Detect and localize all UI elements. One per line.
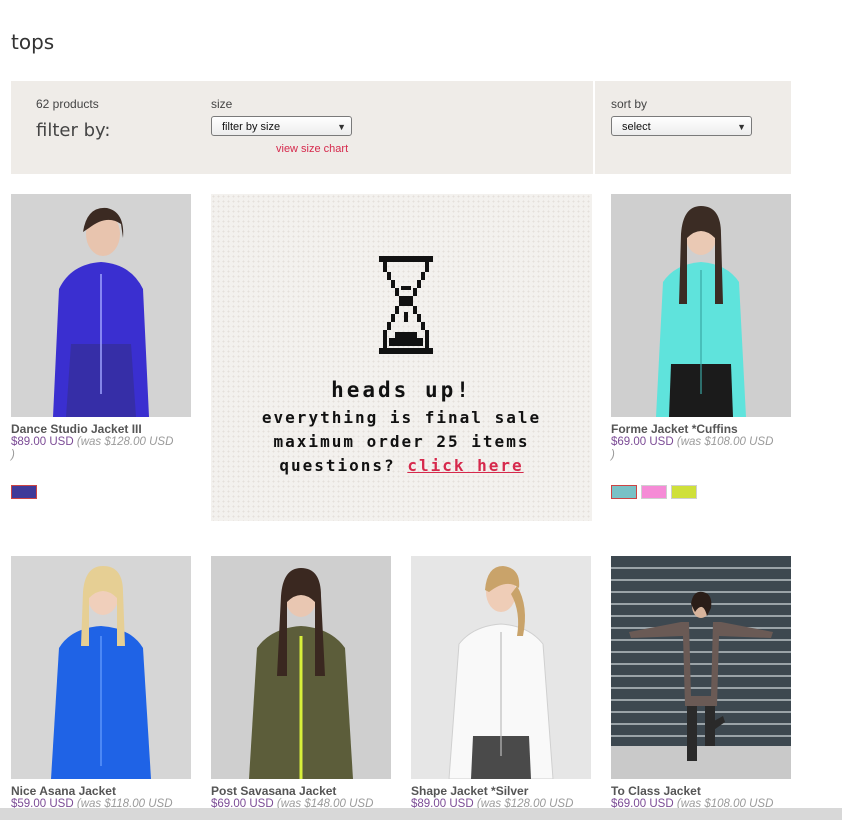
- sale-price: $89.00 USD: [11, 436, 74, 448]
- product-image[interactable]: [611, 556, 791, 779]
- sort-select-value: select: [622, 121, 651, 133]
- product-card[interactable]: Shape Jacket *Silver $89.00 USD (was $12…: [411, 556, 591, 811]
- product-name[interactable]: Forme Jacket *Cuffins: [611, 422, 791, 436]
- product-image[interactable]: [11, 556, 191, 779]
- size-chart-link[interactable]: view size chart: [276, 143, 348, 155]
- questions-text: Questions?: [279, 456, 396, 475]
- size-select-value: filter by size: [222, 121, 281, 133]
- product-name[interactable]: To Class Jacket: [611, 784, 791, 798]
- original-price-close: ): [611, 449, 615, 461]
- divider: [593, 81, 595, 174]
- color-swatch[interactable]: [611, 485, 637, 499]
- size-label: size: [211, 97, 233, 111]
- promo-line-questions: Questions? Click here: [211, 456, 592, 475]
- product-card[interactable]: To Class Jacket $69.00 USD (was $108.00 …: [611, 556, 791, 811]
- product-name[interactable]: Shape Jacket *Silver: [411, 784, 591, 798]
- product-image[interactable]: [411, 556, 591, 779]
- product-price: $89.00 USD (was $128.00 USD ): [11, 436, 191, 462]
- product-name[interactable]: Dance Studio Jacket III: [11, 422, 191, 436]
- filter-by-label: filter by:: [36, 120, 111, 141]
- click-here-link[interactable]: Click here: [407, 456, 523, 475]
- product-card[interactable]: Post Savasana Jacket $69.00 USD (was $14…: [211, 556, 391, 811]
- product-price: $69.00 USD (was $108.00 USD ): [611, 436, 791, 462]
- original-price: (was $128.00 USD: [76, 436, 174, 448]
- product-card[interactable]: Nice Asana Jacket $59.00 USD (was $118.0…: [11, 556, 191, 811]
- product-name[interactable]: Post Savasana Jacket: [211, 784, 391, 798]
- sort-label: sort by: [611, 97, 648, 111]
- page-title: tops: [11, 30, 55, 54]
- promo-banner: Heads up! Everything is final sale Maxim…: [211, 194, 592, 521]
- size-select[interactable]: filter by size ▼: [211, 116, 352, 136]
- hourglass-icon: [379, 256, 433, 354]
- promo-heading: Heads up!: [331, 378, 472, 402]
- horizontal-scrollbar[interactable]: [0, 808, 842, 820]
- product-image[interactable]: [11, 194, 191, 417]
- product-image[interactable]: [611, 194, 791, 417]
- dropdown-arrow-icon: ▼: [337, 122, 346, 132]
- sort-select[interactable]: select ▼: [611, 116, 752, 136]
- dropdown-arrow-icon: ▼: [737, 122, 746, 132]
- original-price: (was $108.00 USD: [676, 436, 774, 448]
- promo-line-final-sale: Everything is final sale: [261, 408, 542, 427]
- original-price-close: ): [11, 449, 15, 461]
- color-swatch[interactable]: [11, 485, 37, 499]
- product-count: 62 products: [36, 97, 99, 111]
- promo-line-max-order: Maximum order 25 items: [273, 432, 530, 451]
- product-name[interactable]: Nice Asana Jacket: [11, 784, 191, 798]
- color-swatch[interactable]: [671, 485, 697, 499]
- product-card[interactable]: Forme Jacket *Cuffins $69.00 USD (was $1…: [611, 194, 791, 499]
- filter-bar: 62 products filter by: size filter by si…: [11, 81, 791, 174]
- color-swatch[interactable]: [641, 485, 667, 499]
- product-image[interactable]: [211, 556, 391, 779]
- sale-price: $69.00 USD: [611, 436, 674, 448]
- product-card[interactable]: Dance Studio Jacket III $89.00 USD (was …: [11, 194, 191, 499]
